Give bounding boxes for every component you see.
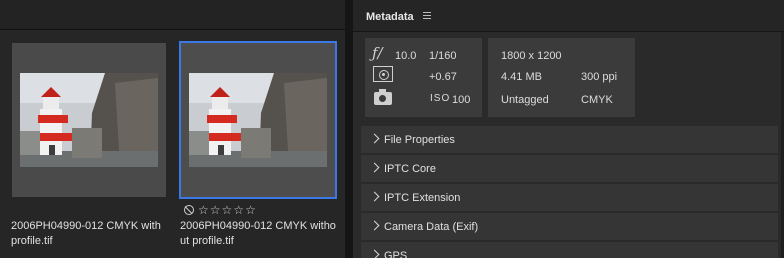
chevron-right-icon [369,220,380,231]
section-gps[interactable]: GPS [361,241,778,258]
exposure-compensation-value: +0.67 [429,71,457,83]
aperture-icon: ƒ/ [372,44,383,62]
section-camera-data-exif[interactable]: Camera Data (Exif) [361,212,778,240]
hamburger-menu-icon[interactable] [423,12,431,19]
chevron-right-icon [369,191,380,202]
shutter-speed-value: 1/160 [429,50,457,62]
file-size: 4.41 MB [501,71,542,83]
star-1-icon[interactable]: ☆ [198,204,209,216]
iso-label: ISO [430,93,451,104]
filename-line: profile.tif [11,235,53,247]
image-dimensions: 1800 x 1200 [501,50,562,62]
metering-mode-icon [373,66,393,82]
star-rating[interactable]: ☆ ☆ ☆ ☆ ☆ [184,203,256,217]
metadata-panel-header: Metadata [353,0,784,32]
star-5-icon[interactable]: ☆ [245,204,256,216]
metadata-panel: Metadata ƒ/ 10.0 1/160 +0.67 ISO 100 180… [353,0,784,258]
section-iptc-core[interactable]: IPTC Core [361,154,778,182]
aperture-value: 10.0 [395,50,417,62]
content-panel-header [0,0,345,30]
star-3-icon[interactable]: ☆ [222,204,233,216]
section-label: IPTC Core [384,163,436,175]
chevron-right-icon [369,249,380,258]
section-file-properties[interactable]: File Properties [361,125,778,153]
chevron-right-icon [369,133,380,144]
lighthouse-image [20,73,158,167]
lighthouse-image [189,73,327,167]
color-mode: CMYK [581,94,613,106]
thumbnail-card-2-selected[interactable] [179,41,337,199]
section-label: GPS [384,250,408,258]
resolution: 300 ppi [581,71,618,83]
filename-line: ut profile.tif [180,235,234,247]
file-info-box: 1800 x 1200 4.41 MB 300 ppi Untagged CMY… [488,38,635,117]
thumbnail-card-1[interactable] [12,43,166,197]
panel-title[interactable]: Metadata [366,11,414,23]
filename-line: 2006PH04990-012 CMYK witho [180,220,336,232]
camera-icon [374,89,392,105]
section-label: IPTC Extension [384,192,461,204]
chevron-right-icon [369,162,380,173]
thumbnail-filename-1[interactable]: 2006PH04990-012 CMYK with profile.tif [11,219,171,249]
color-profile: Untagged [501,94,549,106]
panel-splitter[interactable] [345,0,353,258]
section-label: Camera Data (Exif) [384,221,479,233]
section-label: File Properties [384,134,455,146]
iso-value: 100 [452,94,471,106]
camera-info-box: ƒ/ 10.0 1/160 +0.67 ISO 100 [365,38,482,117]
star-4-icon[interactable]: ☆ [233,204,244,216]
reject-icon[interactable] [184,205,194,215]
section-iptc-extension[interactable]: IPTC Extension [361,183,778,211]
thumbnail-filename-2[interactable]: 2006PH04990-012 CMYK witho ut profile.ti… [180,219,340,249]
filename-line: 2006PH04990-012 CMYK with [11,220,161,232]
thumbnail-image-lighthouse [189,73,327,167]
content-panel: 2006PH04990-012 CMYK with profile.tif ☆ … [0,0,345,258]
star-2-icon[interactable]: ☆ [210,204,221,216]
thumbnail-image-lighthouse [20,73,158,167]
